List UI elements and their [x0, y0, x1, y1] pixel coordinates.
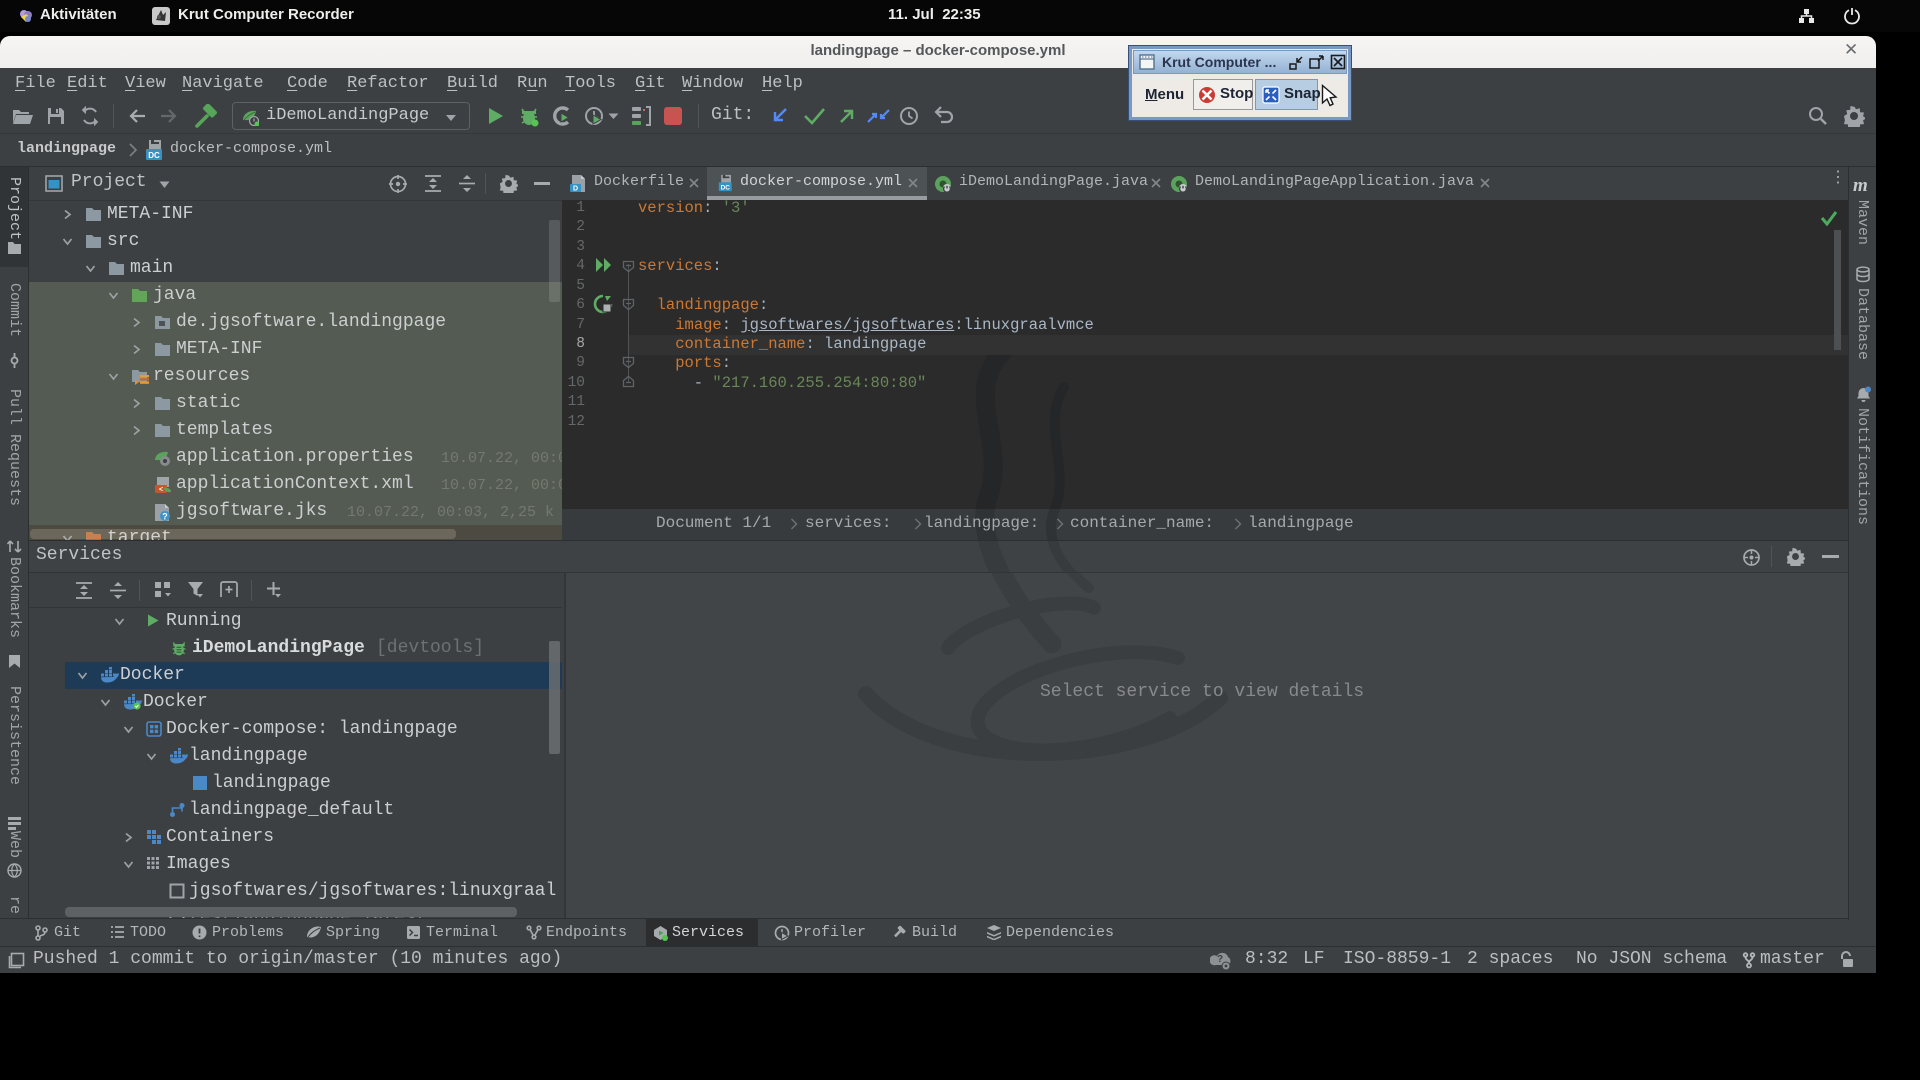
svg-text:<: < [159, 487, 163, 494]
svg-text:DC: DC [148, 151, 160, 160]
svg-text:?: ? [1217, 954, 1223, 965]
svg-text:?: ? [162, 512, 168, 522]
svg-text:DC: DC [721, 184, 731, 191]
svg-text:D: D [573, 186, 578, 193]
